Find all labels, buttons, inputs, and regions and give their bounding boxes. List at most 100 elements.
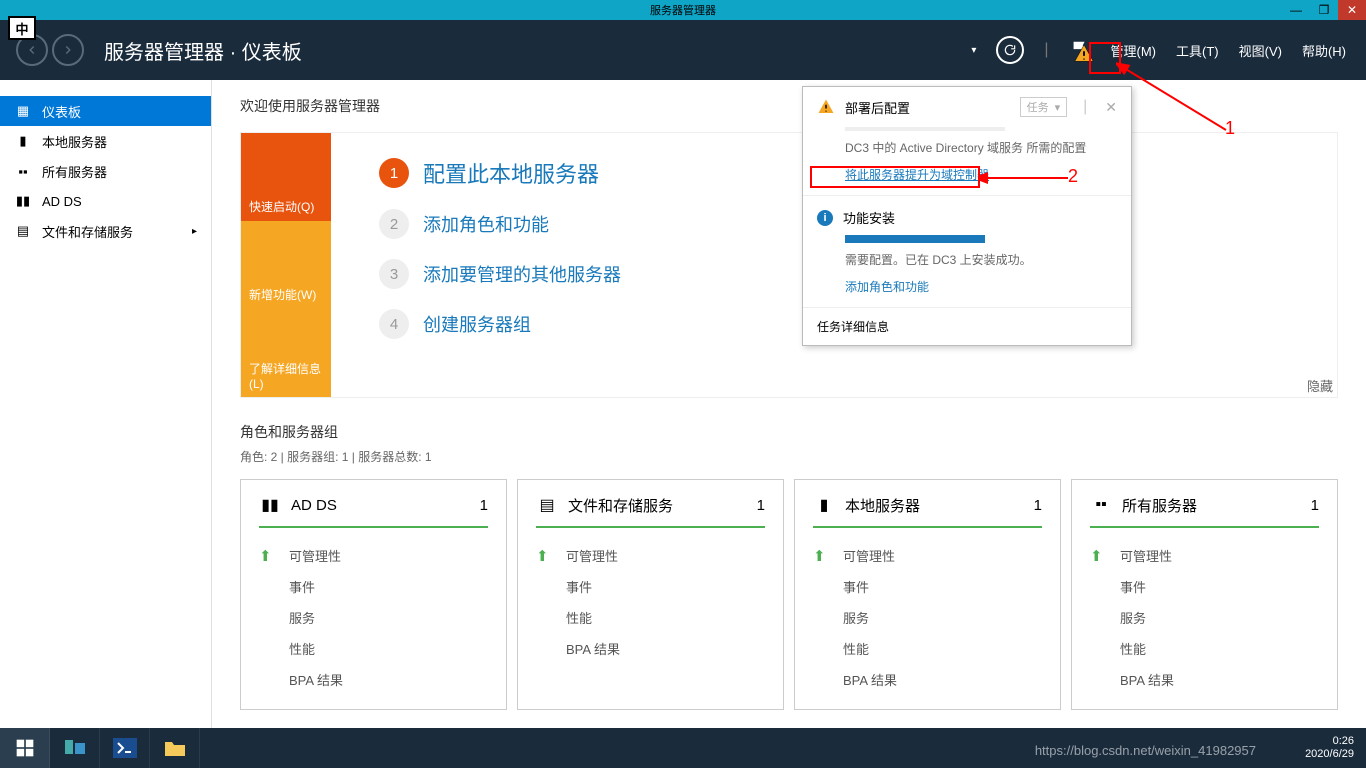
tile-separator	[1090, 526, 1319, 528]
notification-header: 部署后配置 任务▾ | ✕	[803, 87, 1131, 127]
header-dropdown-caret[interactable]: ▾	[971, 45, 976, 56]
tile-row[interactable]: 事件	[536, 571, 765, 602]
content: 欢迎使用服务器管理器 快速启动(Q) 新增功能(W) 了解详细信息(L) 1 配…	[212, 80, 1366, 728]
taskbar-server-manager[interactable]	[50, 728, 100, 768]
header-separator: |	[1044, 41, 1048, 59]
window-title-bar: 服务器管理器 ― ❐ ✕	[0, 0, 1366, 20]
taskbar-powershell[interactable]	[100, 728, 150, 768]
close-button[interactable]: ✕	[1338, 0, 1366, 20]
notification-section-2: i 功能安装 需要配置。已在 DC3 上安装成功。 添加角色和功能	[803, 195, 1131, 307]
tile-separator	[259, 526, 488, 528]
breadcrumb-sep: ·	[230, 42, 242, 64]
tile-row[interactable]: 服务	[813, 602, 1042, 633]
tile-separator	[813, 526, 1042, 528]
ime-indicator[interactable]: 中	[8, 16, 36, 40]
hide-link[interactable]: 隐藏	[1307, 376, 1333, 395]
tile-row[interactable]: 服务	[1090, 602, 1319, 633]
sidebar-item-label: 所有服务器	[42, 162, 107, 181]
tile-row[interactable]: BPA 结果	[536, 633, 765, 664]
taskbar-explorer[interactable]	[150, 728, 200, 768]
tile-row[interactable]: 性能	[536, 602, 765, 633]
tile-row[interactable]: 性能	[259, 633, 488, 664]
quick-steps: 1 配置此本地服务器 2 添加角色和功能 3 添加要管理的其他服务器 4 创建服…	[331, 133, 669, 397]
sidebar-item-label: AD DS	[42, 194, 82, 209]
tile-row[interactable]: 事件	[259, 571, 488, 602]
notification-desc-2: 需要配置。已在 DC3 上安装成功。	[845, 251, 1117, 268]
sidebar-item-adds[interactable]: ▮▮ AD DS	[0, 186, 211, 216]
chevron-down-icon: ▾	[1055, 101, 1061, 114]
tile-row[interactable]: 事件	[813, 571, 1042, 602]
arrow-up-icon: ⬆	[1090, 547, 1110, 565]
quick-tabs: 快速启动(Q) 新增功能(W) 了解详细信息(L)	[241, 133, 331, 397]
tile-row[interactable]: BPA 结果	[259, 664, 488, 695]
servers-icon: ▪▪	[14, 164, 32, 179]
window-controls: ― ❐ ✕	[1282, 0, 1366, 20]
menu-view[interactable]: 视图(V)	[1239, 41, 1282, 60]
task-details-link[interactable]: 任务详细信息	[803, 307, 1131, 345]
tile-row[interactable]: 性能	[813, 633, 1042, 664]
start-button[interactable]	[0, 728, 50, 768]
tile-row[interactable]: ⬆可管理性	[813, 540, 1042, 571]
sidebar-item-file-storage[interactable]: ▤ 文件和存储服务 ▸	[0, 216, 211, 246]
step-create-group[interactable]: 4 创建服务器组	[379, 309, 621, 339]
step-configure-local[interactable]: 1 配置此本地服务器	[379, 157, 621, 189]
quick-start-panel: 快速启动(Q) 新增功能(W) 了解详细信息(L) 1 配置此本地服务器 2 添…	[240, 132, 1338, 398]
step-add-servers[interactable]: 3 添加要管理的其他服务器	[379, 259, 621, 289]
arrow-left-icon	[25, 43, 39, 57]
taskbar-clock[interactable]: 0:26 2020/6/29	[1305, 735, 1354, 761]
tile-file-storage[interactable]: ▤ 文件和存储服务 1 ⬆可管理性 事件 性能 BPA 结果	[517, 479, 784, 710]
tile-adds[interactable]: ▮▮ AD DS 1 ⬆可管理性 事件 服务 性能 BPA 结果	[240, 479, 507, 710]
menu-tools[interactable]: 工具(T)	[1176, 41, 1219, 60]
tile-row[interactable]: BPA 结果	[1090, 664, 1319, 695]
tile-row[interactable]: ⬆可管理性	[259, 540, 488, 571]
tile-all-servers[interactable]: ▪▪ 所有服务器 1 ⬆可管理性 事件 服务 性能 BPA 结果	[1071, 479, 1338, 710]
add-roles-link[interactable]: 添加角色和功能	[845, 278, 1117, 295]
app-header: 服务器管理器 · 仪表板 ▾ | 管理(M) 工具(T) 视图(V) 帮助(H)	[0, 20, 1366, 80]
breadcrumb: 服务器管理器 · 仪表板	[104, 36, 302, 65]
tile-local-server[interactable]: ▮ 本地服务器 1 ⬆可管理性 事件 服务 性能 BPA 结果	[794, 479, 1061, 710]
header-right: ▾ | 管理(M) 工具(T) 视图(V) 帮助(H)	[971, 36, 1346, 64]
refresh-icon	[1003, 43, 1017, 57]
chevron-right-icon: ▸	[192, 226, 197, 237]
progress-bar-complete	[845, 235, 985, 243]
tile-row[interactable]: ⬆可管理性	[536, 540, 765, 571]
notification-title-2: 功能安装	[843, 208, 895, 227]
notification-flag[interactable]	[1069, 39, 1091, 61]
tile-row[interactable]: ⬆可管理性	[1090, 540, 1319, 571]
menu-manage[interactable]: 管理(M)	[1111, 41, 1157, 60]
notification-body-1: DC3 中的 Active Directory 域服务 所需的配置 将此服务器提…	[803, 127, 1131, 195]
tile-row[interactable]: 事件	[1090, 571, 1319, 602]
arrow-up-icon: ⬆	[536, 547, 556, 565]
tab-quick-start[interactable]: 快速启动(Q)	[241, 133, 331, 221]
maximize-button[interactable]: ❐	[1310, 0, 1338, 20]
tab-whats-new[interactable]: 新增功能(W)	[241, 221, 331, 309]
refresh-button[interactable]	[996, 36, 1024, 64]
watermark: https://blog.csdn.net/weixin_41982957	[1035, 743, 1256, 758]
powershell-icon	[113, 738, 137, 758]
tile-row[interactable]: BPA 结果	[813, 664, 1042, 695]
sidebar-item-all-servers[interactable]: ▪▪ 所有服务器	[0, 156, 211, 186]
tile-row[interactable]: 性能	[1090, 633, 1319, 664]
breadcrumb-app: 服务器管理器	[104, 42, 224, 64]
server-tile-icon: ▮	[813, 494, 835, 516]
notification-close-button[interactable]: ✕	[1105, 99, 1117, 116]
sidebar-item-local-server[interactable]: ▮ 本地服务器	[0, 126, 211, 156]
nav-forward-button[interactable]	[52, 34, 84, 66]
tile-row[interactable]: 服务	[259, 602, 488, 633]
adds-icon: ▮▮	[14, 193, 32, 209]
server-icon: ▮	[14, 133, 32, 149]
roles-section-subtitle: 角色: 2 | 服务器组: 1 | 服务器总数: 1	[240, 448, 1338, 465]
step-add-roles[interactable]: 2 添加角色和功能	[379, 209, 621, 239]
warning-badge-icon	[1073, 43, 1095, 65]
arrow-right-icon	[61, 43, 75, 57]
tasks-dropdown[interactable]: 任务▾	[1020, 97, 1068, 117]
progress-bar	[845, 127, 1005, 131]
tab-learn-more[interactable]: 了解详细信息(L)	[241, 309, 331, 397]
sidebar-item-dashboard[interactable]: ▦ 仪表板	[0, 96, 211, 126]
step-number-icon: 1	[379, 158, 409, 188]
role-tiles: ▮▮ AD DS 1 ⬆可管理性 事件 服务 性能 BPA 结果 ▤ 文件和存储…	[240, 479, 1338, 710]
step-number-icon: 4	[379, 309, 409, 339]
minimize-button[interactable]: ―	[1282, 0, 1310, 20]
menu-help[interactable]: 帮助(H)	[1302, 41, 1346, 60]
windows-icon	[15, 738, 35, 758]
